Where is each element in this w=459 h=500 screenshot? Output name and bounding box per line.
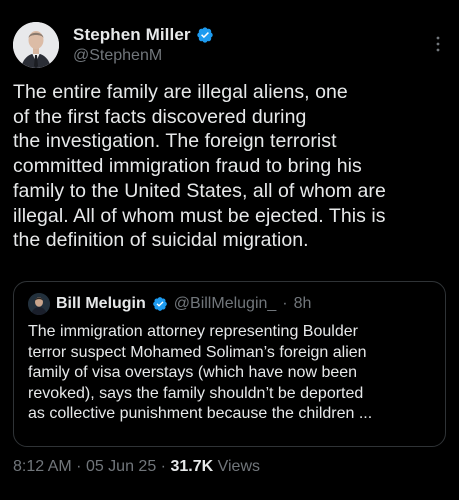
quoted-tweet-text: The immigration attorney representing Bo… <box>28 323 373 423</box>
views-count[interactable]: 31.7K <box>170 458 213 475</box>
tweet: Stephen Miller @StephenM The entire fami… <box>0 0 459 500</box>
separator-dot: · <box>282 295 288 312</box>
tweet-date[interactable]: 05 Jun 25 <box>86 458 156 475</box>
tweet-meta: 8:12 AM · 05 Jun 25 · 31.7K Views <box>13 458 260 476</box>
author-name-row[interactable]: Stephen Miller <box>73 25 214 45</box>
quoted-author-handle[interactable]: @BillMelugin_ <box>174 295 277 313</box>
quoted-tweet-card[interactable]: Bill Melugin @BillMelugin_ · 8h The immi… <box>13 281 446 447</box>
views-label: Views <box>217 458 260 475</box>
author-handle[interactable]: @StephenM <box>73 47 162 65</box>
quoted-tweet-header: Bill Melugin @BillMelugin_ · 8h <box>28 293 311 315</box>
quoted-author-name[interactable]: Bill Melugin <box>56 295 146 313</box>
quoted-tweet-time[interactable]: 8h <box>294 295 312 313</box>
more-options-icon[interactable] <box>435 36 441 52</box>
verified-badge-icon <box>196 26 214 44</box>
separator-dot: · <box>76 458 82 475</box>
tweet-text: The entire family are illegal aliens, on… <box>13 81 386 252</box>
author-avatar[interactable] <box>13 22 59 68</box>
quoted-author-avatar[interactable] <box>28 293 50 315</box>
separator-dot: · <box>160 458 166 475</box>
author-name[interactable]: Stephen Miller <box>73 25 191 45</box>
tweet-time[interactable]: 8:12 AM <box>13 458 72 475</box>
verified-badge-icon <box>152 296 168 312</box>
